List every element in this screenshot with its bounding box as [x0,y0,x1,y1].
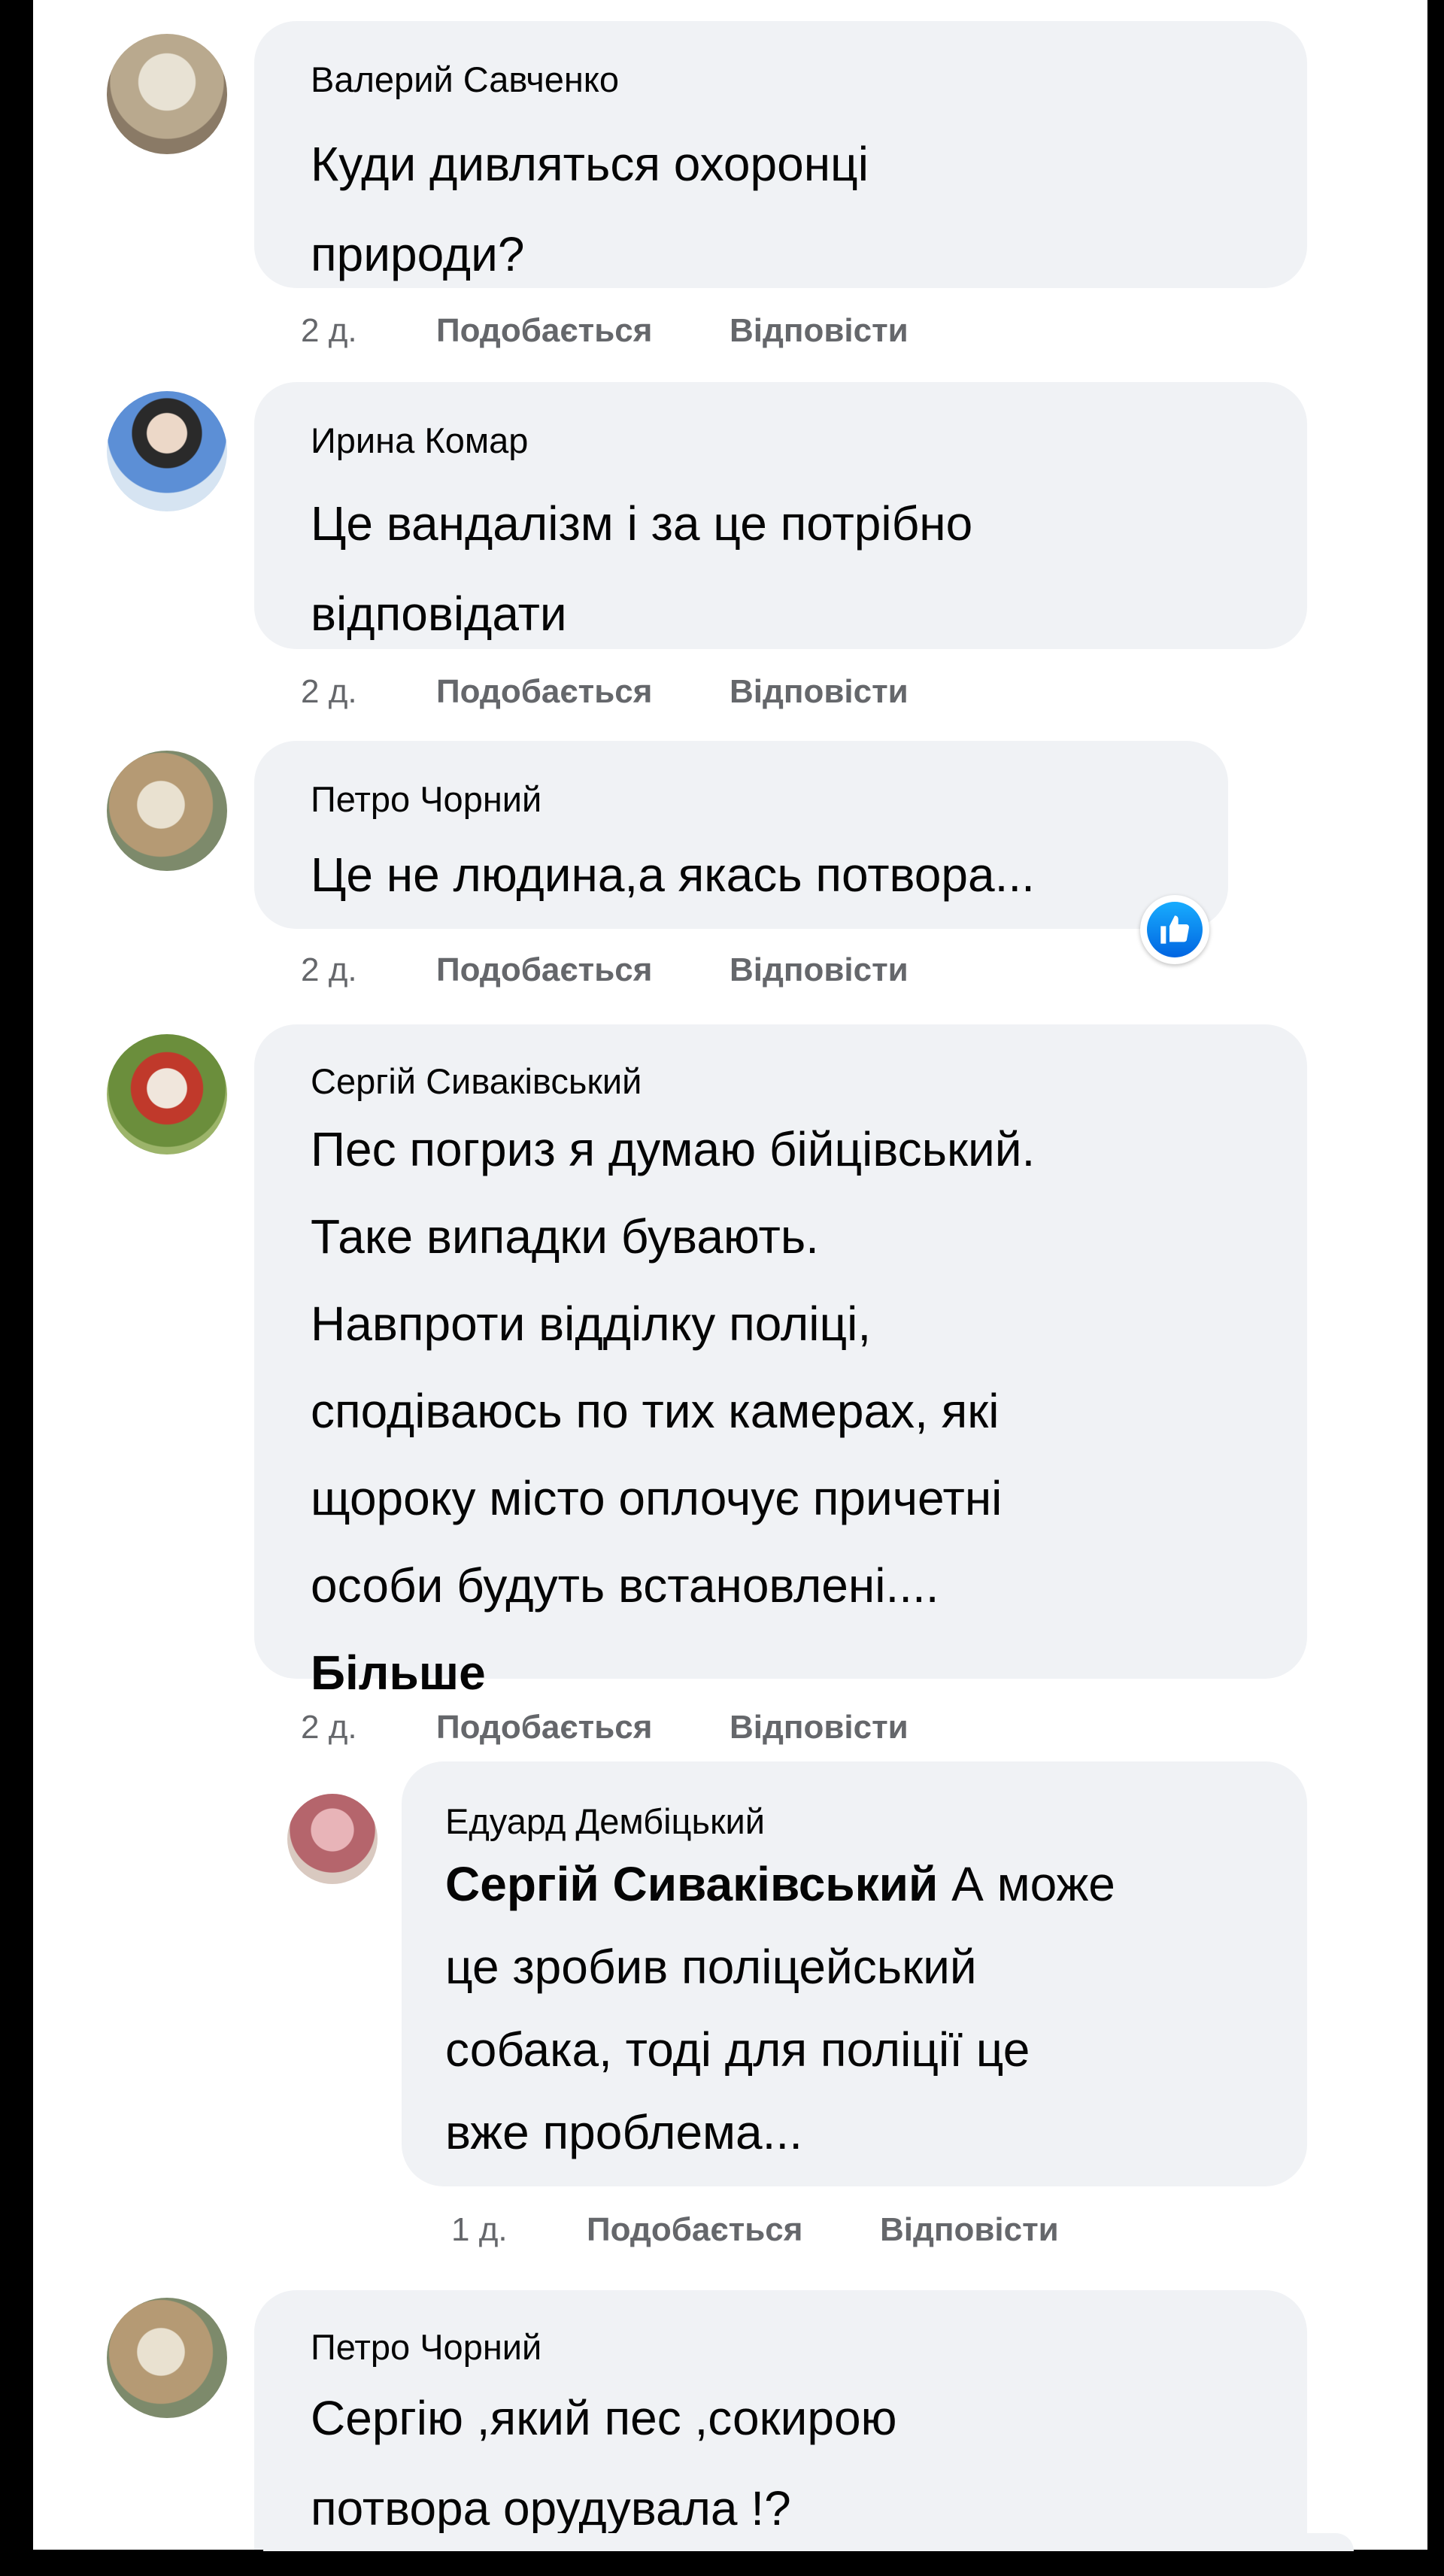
thumbs-up-icon [1160,915,1189,944]
avatar[interactable] [107,34,227,154]
comment-author[interactable]: Едуард Дембіцький [445,1801,765,1842]
comment-line: це зробив поліцейський [445,1940,977,1994]
comment-text: Це не людина,а якась потвора... [311,830,1035,920]
comment-author[interactable]: Петро Чорний [311,778,542,820]
comment-line: Куди дивляться охоронці [311,137,869,191]
comment-text: Сергію ,який пес ,сокирою потвора орудув… [311,2373,897,2550]
comment-bubble: Едуард Дембіцький Сергій Сиваківський А … [402,1761,1307,2186]
like-button[interactable]: Подобається [436,1709,652,1746]
like-reaction[interactable] [1140,895,1209,964]
comment-author[interactable]: Ирина Комар [311,420,528,461]
reply-button[interactable]: Відповісти [730,673,909,711]
comment-line: сподіваюсь по тих камерах, які [311,1384,1000,1438]
next-comment-edge [263,2533,1354,2551]
reply-button[interactable]: Відповісти [730,312,909,350]
comment-line: Пес погриз я думаю бійцівський. [311,1122,1036,1176]
comment-timestamp[interactable]: 2 д. [301,673,357,711]
comment-bubble: Валерий Савченко Куди дивляться охоронці… [254,21,1307,288]
like-button[interactable]: Подобається [436,312,652,350]
comment-timestamp[interactable]: 1 д. [451,2211,508,2249]
comment-author[interactable]: Сергій Сиваківський [311,1060,642,1102]
comment-author[interactable]: Валерий Савченко [311,59,619,100]
comment-line: Це не людина,а якась потвора... [311,848,1035,902]
comment-first-line: Сергій Сиваківський А може [445,1843,1115,1925]
comment-author[interactable]: Петро Чорний [311,2326,542,2368]
avatar[interactable] [107,391,227,511]
comment-line: собака, тоді для поліції це [445,2022,1030,2077]
reply-button[interactable]: Відповісти [730,951,909,989]
reply-button[interactable]: Відповісти [880,2211,1059,2249]
comment-text: Куди дивляться охоронці природи? [311,119,869,299]
bottom-black-edge [0,2550,1444,2576]
comment-line: Це вандалізм і за це потрібно [311,496,973,551]
like-button[interactable]: Подобається [436,951,652,989]
avatar[interactable] [107,751,227,871]
comment-line: А може [938,1857,1115,1911]
right-black-edge [1427,0,1444,2576]
comment-text: Це вандалізм і за це потрібно відповідат… [311,478,972,659]
comment-timestamp[interactable]: 2 д. [301,951,357,989]
avatar[interactable] [287,1794,378,1884]
comment-text: Сергій Сиваківський А може це зробив пол… [445,1843,1115,2174]
comment-line: Навпроти відділку поліці, [311,1297,872,1351]
comment-line: щороку місто оплочує причетні [311,1471,1003,1525]
comment-bubble: Сергій Сиваківський Пес погриз я думаю б… [254,1024,1307,1700]
avatar[interactable] [107,2298,227,2418]
left-black-edge [0,0,33,2576]
mention-link[interactable]: Сергій Сиваківський [445,1857,938,1911]
comment-line: Сергію ,який пес ,сокирою [311,2391,897,2445]
comment-timestamp[interactable]: 2 д. [301,1709,357,1746]
comment-text: Пес погриз я думаю бійцівський. Таке вип… [311,1106,1035,1716]
like-button[interactable]: Подобається [587,2211,802,2249]
comment-bubble: Петро Чорний Це не людина,а якась потвор… [254,741,1228,929]
comment-line: відповідати [311,587,567,641]
comment-line: вже проблема... [445,2105,802,2159]
comments-section: Валерий Савченко Куди дивляться охоронці… [33,0,1427,2550]
reply-button[interactable]: Відповісти [730,1709,909,1746]
comment-bubble: Ирина Комар Це вандалізм і за це потрібн… [254,382,1307,649]
like-button[interactable]: Подобається [436,673,652,711]
avatar[interactable] [107,1034,227,1154]
comment-line: Таке випадки бувають. [311,1209,819,1264]
comment-line: особи будуть встановлені.... [311,1558,939,1613]
comment-line: природи? [311,227,525,281]
comment-timestamp[interactable]: 2 д. [301,312,357,350]
comment-bubble: Петро Чорний Сергію ,який пес ,сокирою п… [254,2290,1307,2550]
see-more-link[interactable]: Більше [311,1629,1035,1716]
